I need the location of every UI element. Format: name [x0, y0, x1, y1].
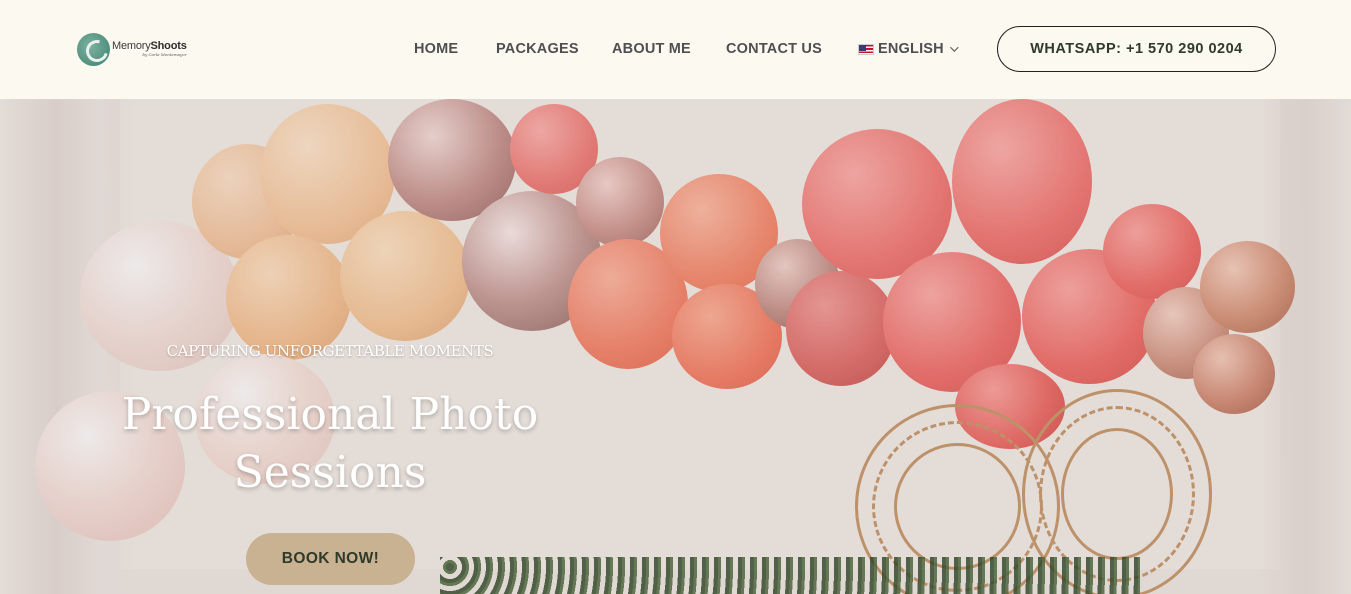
logo-name-bold: Shoots: [150, 40, 187, 52]
book-now-button[interactable]: BOOK NOW!: [246, 533, 415, 585]
nav-contact-us[interactable]: CONTACT US: [726, 38, 822, 60]
language-selector[interactable]: ENGLISH: [858, 38, 959, 60]
nav-packages[interactable]: PACKAGES: [496, 38, 579, 60]
nav-about-me[interactable]: ABOUT ME: [612, 38, 691, 60]
logo-text: MemoryShoots by Carla Montemayor: [112, 41, 187, 57]
site-logo[interactable]: MemoryShoots by Carla Montemayor: [77, 31, 187, 67]
hero-section: CAPTURING UNFORGETTABLE MOMENTS Professi…: [0, 99, 1351, 594]
hero-headline: Professional Photo Sessions: [110, 386, 550, 502]
chevron-down-icon: [950, 43, 959, 52]
site-header: MemoryShoots by Carla Montemayor HOME PA…: [0, 0, 1351, 99]
hero-headline-line1: Professional Photo: [121, 389, 539, 440]
logo-tagline: by Carla Montemayor: [142, 52, 187, 57]
us-flag-icon: [858, 43, 874, 55]
logo-name-light: Memory: [112, 40, 151, 52]
whatsapp-button[interactable]: WHATSAPP: +1 570 290 0204: [997, 26, 1276, 72]
nav-home[interactable]: HOME: [414, 38, 458, 60]
hero-headline-line2: Sessions: [233, 447, 427, 498]
logo-icon: [77, 32, 110, 66]
logo-name: MemoryShoots: [112, 41, 187, 52]
hero-eyebrow: CAPTURING UNFORGETTABLE MOMENTS: [166, 342, 494, 360]
language-label: ENGLISH: [878, 41, 944, 57]
